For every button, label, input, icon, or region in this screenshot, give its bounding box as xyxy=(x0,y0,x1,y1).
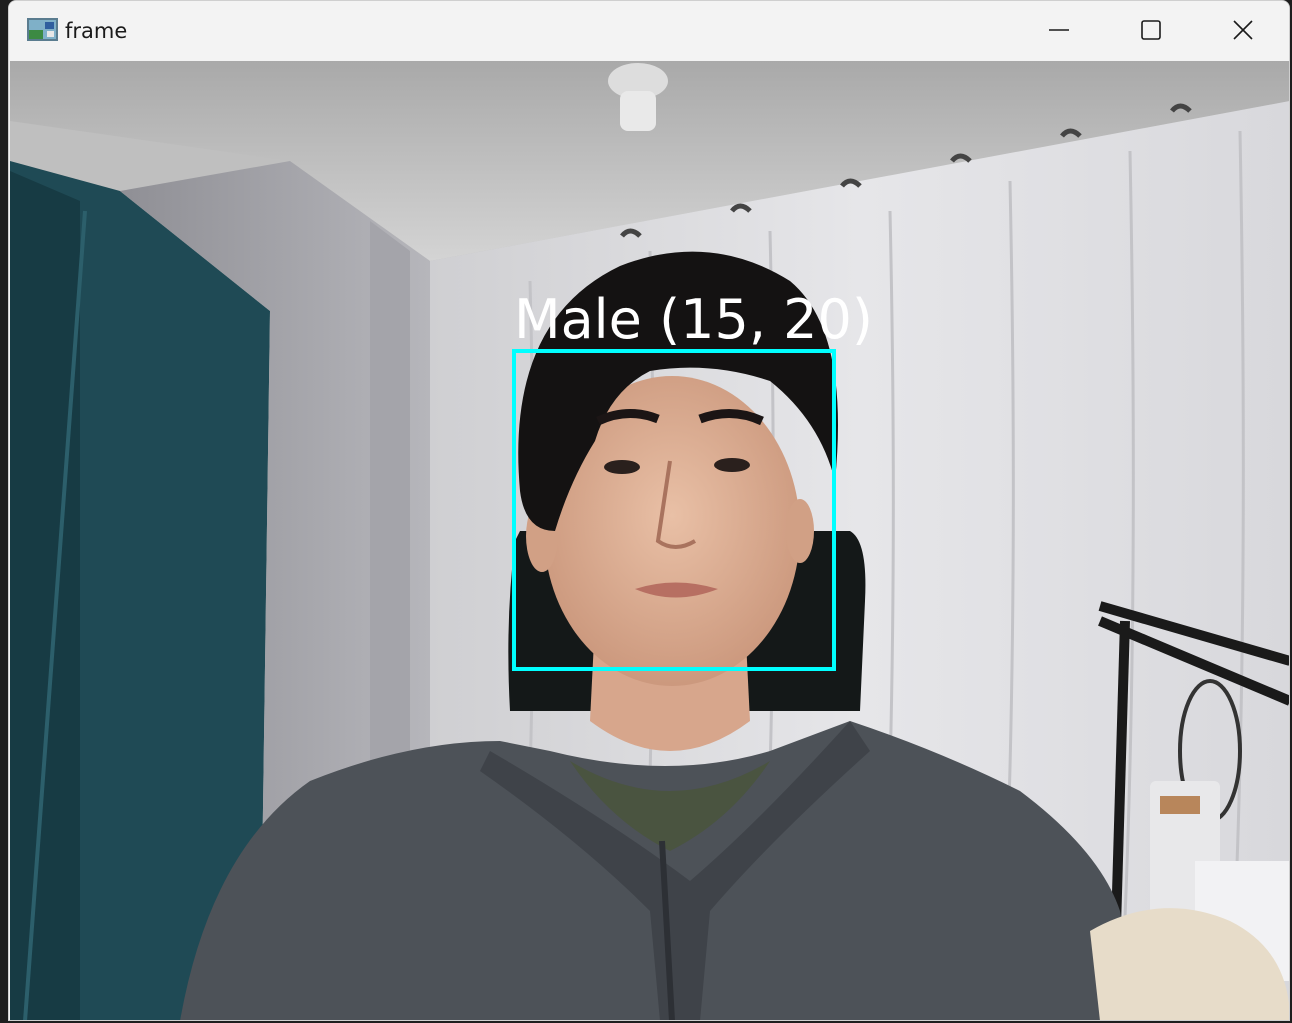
detection-label: Male (15, 20) xyxy=(514,288,873,351)
title-bar[interactable]: frame xyxy=(9,1,1289,61)
close-icon xyxy=(1233,20,1253,40)
close-button[interactable] xyxy=(1197,1,1289,59)
minimize-icon xyxy=(1049,29,1069,31)
app-icon xyxy=(27,18,58,41)
app-window: frame Male (15, 20) xyxy=(8,0,1290,1021)
window-title: frame xyxy=(65,19,128,43)
maximize-icon xyxy=(1141,20,1161,40)
camera-frame: Male (15, 20) xyxy=(10,61,1289,1020)
maximize-button[interactable] xyxy=(1105,1,1197,59)
face-bounding-box xyxy=(512,349,836,671)
minimize-button[interactable] xyxy=(1013,1,1105,59)
